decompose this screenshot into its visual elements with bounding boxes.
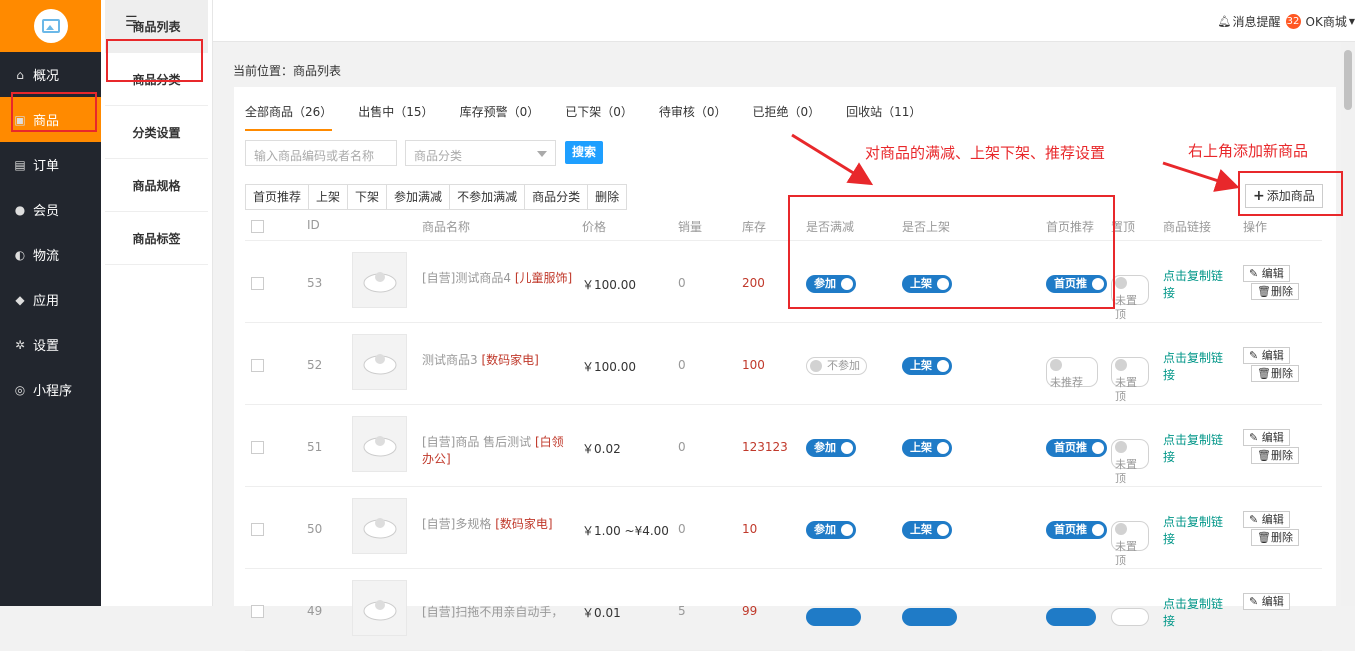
- row-checkbox[interactable]: [251, 605, 264, 618]
- pin-top-toggle[interactable]: [1111, 608, 1149, 626]
- row-price: ￥0.01: [582, 606, 621, 620]
- arrow-to-toggles: [791, 133, 874, 186]
- product-name-text: [自营]扫拖不用亲自动手，: [422, 605, 564, 619]
- row-stock: 99: [742, 604, 758, 618]
- annotation-arrows: [791, 133, 1240, 192]
- arrow-to-add-button: [1162, 161, 1240, 192]
- onsale-toggle[interactable]: [902, 608, 957, 626]
- home-recommend-toggle[interactable]: [1046, 608, 1096, 626]
- product-name[interactable]: [自营]扫拖不用亲自动手，: [422, 604, 574, 621]
- row-sales: 5: [678, 604, 686, 618]
- discount-toggle[interactable]: [806, 608, 861, 626]
- row-id: 49: [307, 604, 323, 618]
